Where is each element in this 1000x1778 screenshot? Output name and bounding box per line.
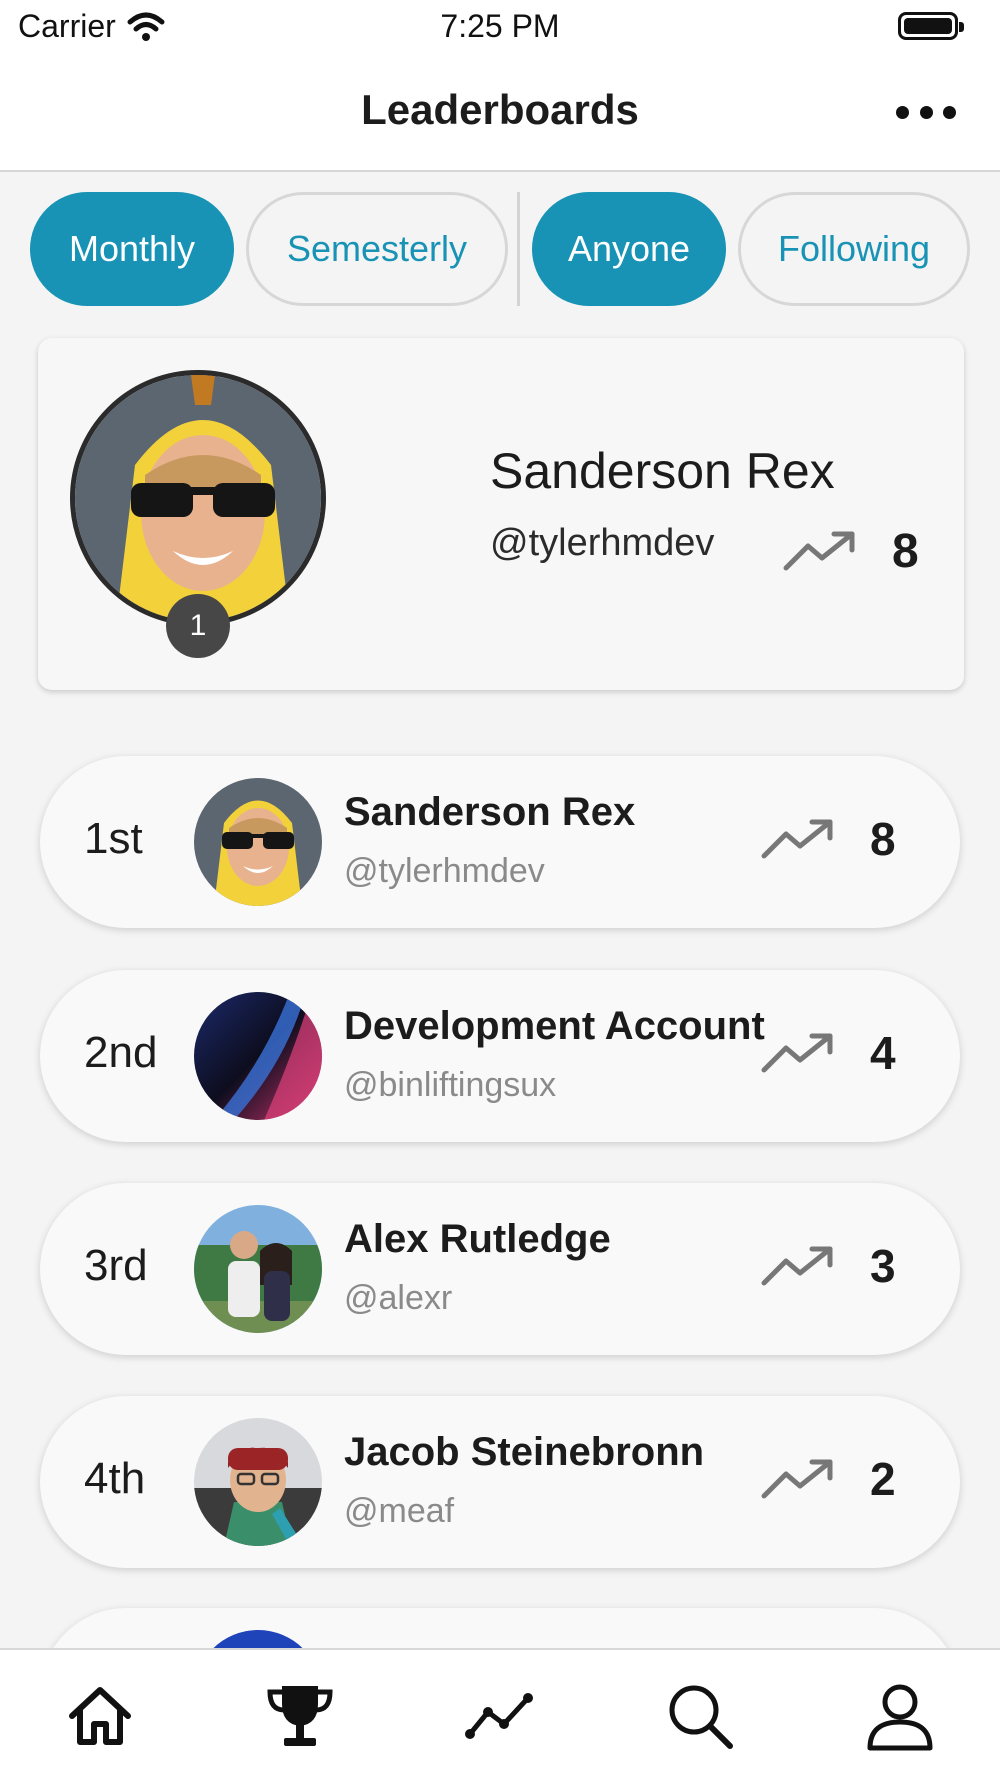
ranking-row[interactable]: 3rd Alex Rutledge @alexr 3 <box>40 1183 960 1355</box>
user-handle: @alexr <box>344 1279 453 1317</box>
rank-place: 1st <box>84 814 143 863</box>
leader-score: 8 <box>892 525 919 578</box>
page-title: Leaderboards <box>361 86 639 133</box>
tab-profile[interactable] <box>864 1680 936 1752</box>
filter-anyone[interactable]: Anyone <box>532 192 726 306</box>
navigation-bar: Leaderboards <box>0 56 1000 172</box>
filter-bar: Monthly Semesterly Anyone Following <box>0 192 1000 308</box>
profile-icon <box>867 1684 933 1751</box>
filter-semesterly[interactable]: Semesterly <box>246 192 508 306</box>
leader-name: Sanderson Rex <box>490 443 835 499</box>
ranking-row[interactable]: 2nd Development Account @binliftingsux 4 <box>40 970 960 1142</box>
trending-up-icon <box>761 819 833 859</box>
rank-place: 3rd <box>84 1241 148 1290</box>
user-name: Development Account <box>344 1004 765 1048</box>
ellipsis-icon <box>896 105 909 119</box>
more-options-button[interactable] <box>896 100 956 124</box>
user-handle: @tylerhmdev <box>344 852 545 890</box>
avatar <box>194 1205 322 1333</box>
user-score: 8 <box>870 813 896 865</box>
rank-place: 4th <box>84 1454 146 1503</box>
trending-up-icon <box>783 531 855 571</box>
user-name: Alex Rutledge <box>344 1217 611 1261</box>
tab-bar <box>0 1648 1000 1778</box>
avatar <box>194 992 322 1120</box>
ranking-row[interactable]: 4th Jacob Steinebronn @meaf 2 <box>40 1396 960 1568</box>
status-bar: Carrier 7:25 PM <box>0 0 1000 56</box>
tab-activity[interactable] <box>464 1680 536 1752</box>
battery-icon <box>898 12 964 40</box>
avatar <box>194 778 322 906</box>
user-name: Sanderson Rex <box>344 790 636 834</box>
ranking-row[interactable]: 1st Sanderson Rex @tylerhmdev 8 <box>40 756 960 928</box>
clock: 7:25 PM <box>440 8 560 44</box>
rank-badge: 1 <box>166 594 230 658</box>
leader-card[interactable]: 1 Sanderson Rex @tylerhmdev 8 <box>38 338 964 690</box>
trophy-icon <box>267 1686 333 1746</box>
tab-search[interactable] <box>664 1680 736 1752</box>
trending-up-icon <box>761 1246 833 1286</box>
user-score: 4 <box>870 1027 896 1079</box>
filter-following[interactable]: Following <box>738 192 970 306</box>
search-icon <box>669 1685 733 1749</box>
home-icon <box>69 1687 131 1745</box>
leader-avatar <box>70 370 326 626</box>
user-name: Jacob Steinebronn <box>344 1430 705 1474</box>
filter-divider <box>517 192 520 306</box>
user-score: 3 <box>870 1240 896 1292</box>
tab-home[interactable] <box>64 1680 136 1752</box>
trending-up-icon <box>761 1459 833 1499</box>
trending-up-icon <box>761 1033 833 1073</box>
filter-monthly[interactable]: Monthly <box>30 192 234 306</box>
user-score: 2 <box>870 1453 896 1505</box>
rank-place: 2nd <box>84 1028 158 1077</box>
activity-chart-icon <box>465 1693 533 1739</box>
avatar <box>194 1418 322 1546</box>
user-handle: @binliftingsux <box>344 1066 557 1104</box>
leader-handle: @tylerhmdev <box>490 522 715 564</box>
tab-leaderboards[interactable] <box>264 1680 336 1752</box>
user-handle: @meaf <box>344 1492 455 1530</box>
